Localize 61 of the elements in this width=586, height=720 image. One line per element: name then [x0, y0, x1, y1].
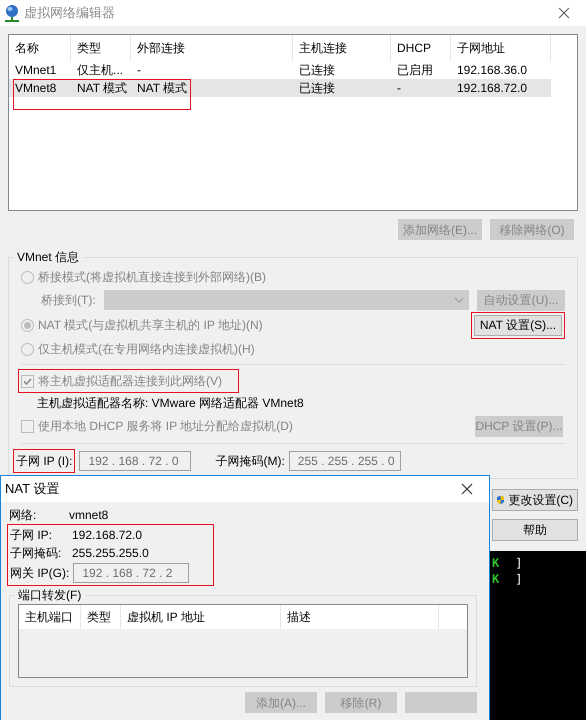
field-label: 网络: — [9, 507, 38, 524]
column-header[interactable]: 外部连接 — [131, 35, 293, 61]
chevron-icon — [454, 297, 464, 303]
button[interactable]: 帮助 — [492, 519, 578, 541]
terminal-bracket: ] — [515, 571, 522, 588]
button[interactable]: NAT 设置(S)... — [474, 314, 562, 336]
ip-field[interactable]: 255 . 255 . 255 . 0 — [288, 451, 401, 471]
field-label: 子网掩码: — [10, 545, 62, 562]
table-cell-text: 已启用 — [396, 62, 434, 79]
globe-network-icon — [4, 4, 20, 22]
subnet-ip-label: 子网 IP (I): — [16, 453, 72, 470]
table-cell-text: VMnet1 — [14, 62, 58, 79]
column-header[interactable]: 子网地址 — [451, 35, 551, 61]
column-header[interactable]: 类型 — [71, 35, 131, 61]
terminal-bracket: ] — [515, 555, 522, 572]
table-cell-text: 仅主机... — [76, 62, 124, 79]
adapter-name: 主机虚拟适配器名称: VMware 网络适配器 VMnet8 — [36, 395, 305, 412]
table-cell-text: 192.168.36.0 — [456, 62, 528, 79]
column-header[interactable]: 类型 — [81, 605, 121, 629]
column-header[interactable]: 名称 — [9, 35, 71, 61]
network-row[interactable]: VMnet8 NAT 模式 NAT 模式 已连接 - 192.168.72.0 — [9, 79, 551, 97]
table-cell-text: NAT 模式 — [76, 80, 128, 97]
radio-label: 桥接模式(将虚拟机直接连接到外部网络)(B) — [38, 269, 266, 286]
column-header[interactable]: 虚拟机 IP 地址 — [121, 605, 281, 629]
field-label: 子网 IP: — [10, 527, 54, 544]
terminal-status: K — [492, 555, 500, 572]
gateway-ip-field[interactable]: 192 . 168 . 72 . 2 — [73, 563, 190, 583]
field-value: 192.168.72.0 — [72, 527, 142, 544]
radio-label: NAT 模式(与虚拟机共享主机的 IP 地址)(N) — [38, 317, 263, 334]
bridge-dropdown[interactable] — [104, 290, 469, 310]
terminal-status: K — [492, 571, 500, 588]
column-header[interactable]: DHCP — [391, 35, 451, 61]
radio-label: 仅主机模式(在专用网络内连接虚拟机)(H) — [38, 341, 255, 358]
table-cell-text: 已连接 — [298, 62, 336, 79]
close-icon[interactable] — [558, 7, 570, 19]
field-value: vmnet8 — [69, 507, 108, 524]
table-cell-text: - — [396, 80, 402, 97]
bridge-label: 桥接到(T): — [41, 292, 96, 309]
checkbox-label: 使用本地 DHCP 服务将 IP 地址分配给虚拟机(D) — [38, 418, 293, 435]
ip-field[interactable]: 192 . 168 . 72 . 0 — [79, 451, 192, 471]
group-title: VMnet 信息 — [16, 249, 80, 266]
button[interactable] — [405, 692, 477, 713]
network-row[interactable]: VMnet1 仅主机... - 已连接 已启用 192.168.36.0 — [9, 61, 551, 79]
group-title: 端口转发(F) — [17, 587, 82, 604]
checkbox-label: 将主机虚拟适配器连接到此网络(V) — [38, 373, 222, 390]
table-cell-text: NAT 模式 — [136, 80, 188, 97]
button[interactable]: 更改设置(C) — [492, 489, 578, 511]
dialog-title: NAT 设置 — [5, 480, 60, 498]
close-icon[interactable] — [461, 483, 473, 495]
column-header[interactable]: 主机连接 — [293, 35, 391, 61]
table-cell-text: - — [136, 62, 142, 79]
table-cell-text: 192.168.72.0 — [456, 80, 528, 97]
column-header[interactable]: 主机端口 — [19, 605, 81, 629]
subnet-mask-label: 子网掩码(M): — [215, 453, 285, 470]
window-title: 虚拟网络编辑器 — [24, 4, 115, 22]
field-value: 255.255.255.0 — [72, 545, 149, 562]
column-header[interactable]: 描述 — [281, 605, 439, 629]
shield-icon — [497, 493, 504, 507]
field-label: 网关 IP(G): — [10, 565, 70, 582]
table-cell-text: VMnet8 — [14, 80, 58, 97]
table-cell-text: 已连接 — [298, 80, 336, 97]
